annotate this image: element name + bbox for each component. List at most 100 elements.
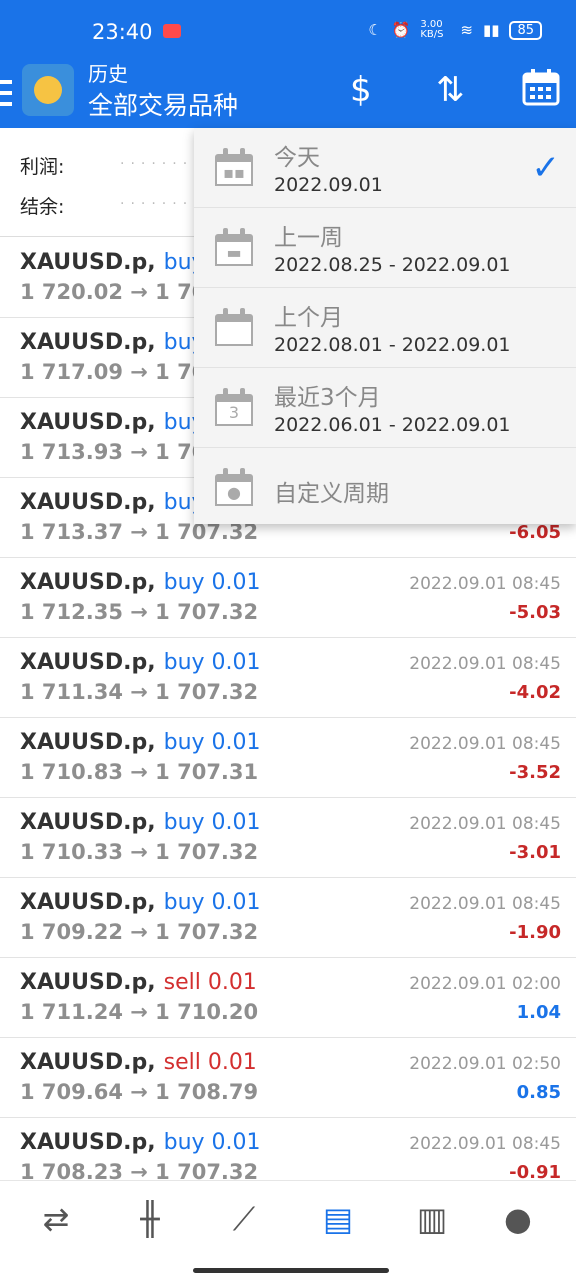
trade-side: buy 0.01 [163, 1130, 261, 1155]
trade-symbol: XAUUSD.p, [20, 570, 156, 595]
trade-symbol: XAUUSD.p, [20, 650, 156, 675]
status-time: 23:40 [92, 20, 153, 44]
option-date: 2022.09.01 [274, 174, 383, 196]
alarm-icon: ⏰ [391, 21, 411, 39]
menu-icon[interactable] [0, 80, 12, 106]
trade-prices: 1 710.33 → 1 707.32 [20, 840, 259, 864]
trade-symbol: XAUUSD.p, [20, 730, 156, 755]
status-icons: ☾ ⏰ 3.00 KB/S ≋ ▮▮ 85 [368, 20, 542, 40]
option-date: 2022.08.25 - 2022.09.01 [274, 254, 511, 276]
trade-symbol: XAUUSD.p, [20, 330, 156, 355]
header-subtitle: 历史 [88, 62, 128, 86]
network-speed: 3.00 KB/S [420, 19, 444, 40]
trade-profit: -1.90 [509, 922, 561, 943]
trade-profit: 0.85 [516, 1082, 561, 1103]
trade-title: XAUUSD.p, buy 0.01 [20, 570, 261, 595]
trade-time: 2022.09.01 08:45 [409, 814, 561, 834]
option-date: 2022.08.01 - 2022.09.01 [274, 334, 511, 356]
trade-title: XAUUSD.p, buy 0.01 [20, 730, 261, 755]
trade-side: buy 0.01 [163, 890, 261, 915]
trade-side: buy 0.01 [163, 730, 261, 755]
news-icon[interactable]: ▥ [410, 1197, 454, 1241]
balance-label: 结余: [20, 196, 65, 218]
trade-time: 2022.09.01 08:45 [409, 894, 561, 914]
trade-symbol: XAUUSD.p, [20, 1130, 156, 1155]
calendar-icon[interactable] [522, 68, 560, 106]
trade-symbol: XAUUSD.p, [20, 1050, 156, 1075]
trade-title: XAUUSD.p, buy 0.01 [20, 1130, 261, 1155]
option-label: 上一周 [274, 225, 343, 251]
currency-filter-icon[interactable]: $ [350, 70, 372, 110]
header-title[interactable]: 全部交易品种 [88, 86, 238, 122]
trade-prices: 1 711.24 → 1 710.20 [20, 1000, 259, 1024]
app-header: 历史 全部交易品种 $ ⇅ [0, 62, 576, 128]
check-icon: ✓ [531, 148, 561, 188]
history-icon[interactable]: ▤ [316, 1197, 360, 1241]
trade-row[interactable]: XAUUSD.p, buy 0.01 1 710.83 → 1 707.31 2022… [0, 718, 576, 798]
trade-profit: -3.52 [509, 762, 561, 783]
trade-profit: -3.01 [509, 842, 561, 863]
trade-title: XAUUSD.p, sell 0.01 [20, 1050, 257, 1075]
trade-title: XAUUSD.p, buy 0.01 [20, 650, 261, 675]
profit-label: 利润: [20, 156, 65, 178]
moon-icon: ☾ [368, 21, 382, 39]
option-last-3-months[interactable]: 3 最近3个月 2022.06.01 - 2022.09.01 [194, 368, 576, 448]
calendar-custom-icon: ● [215, 468, 253, 506]
option-label: 自定义周期 [274, 481, 389, 507]
quotes-icon[interactable]: ⇄ [34, 1197, 78, 1241]
signal-icon: ▮▮ [482, 21, 500, 39]
calendar-day-icon: ▪▪ [215, 148, 253, 186]
trade-row[interactable]: XAUUSD.p, sell 0.01 1 709.64 → 1 708.79 202… [0, 1038, 576, 1118]
trade-time: 2022.09.01 02:50 [409, 1054, 561, 1074]
trade-time: 2022.09.01 08:45 [409, 1134, 561, 1154]
trade-row[interactable]: XAUUSD.p, buy 0.01 1 709.22 → 1 707.32 2022… [0, 878, 576, 958]
trade-profit: 1.04 [516, 1002, 561, 1023]
trade-time: 2022.09.01 02:00 [409, 974, 561, 994]
trade-row[interactable]: XAUUSD.p, buy 0.01 1 712.35 → 1 707.32 2022… [0, 558, 576, 638]
trade-title: XAUUSD.p, sell 0.01 [20, 970, 257, 995]
trade-title: XAUUSD.p, buy 0.01 [20, 890, 261, 915]
trade-time: 2022.09.01 08:45 [409, 734, 561, 754]
sort-icon[interactable]: ⇅ [436, 70, 465, 110]
calendar-month-icon [215, 308, 253, 346]
trade-title: XAUUSD.p, buy 0.01 [20, 810, 261, 835]
trade-row[interactable]: XAUUSD.p, sell 0.01 1 711.24 → 1 710.20 202… [0, 958, 576, 1038]
option-last-week[interactable]: ▬ 上一周 2022.08.25 - 2022.09.01 [194, 208, 576, 288]
trade-icon[interactable]: ⟋ [222, 1197, 266, 1241]
bottom-nav: ⇄ ╫ ⟋ ▤ ▥ ● [0, 1180, 576, 1281]
wifi-icon: ≋ [460, 21, 473, 39]
period-dropdown: ▪▪ 今天 2022.09.01 ✓ ▬ 上一周 2022.08.25 - 20… [194, 128, 576, 524]
trade-symbol: XAUUSD.p, [20, 890, 156, 915]
trade-side: buy 0.01 [163, 810, 261, 835]
option-label: 上个月 [274, 305, 343, 331]
trade-row[interactable]: XAUUSD.p, buy 0.01 1 710.33 → 1 707.32 2022… [0, 798, 576, 878]
screen-record-icon [163, 24, 181, 38]
trade-profit: -4.02 [509, 682, 561, 703]
trade-prices: 1 712.35 → 1 707.32 [20, 600, 259, 624]
trade-symbol: XAUUSD.p, [20, 970, 156, 995]
option-label: 今天 [274, 145, 320, 171]
trade-prices: 1 710.83 → 1 707.31 [20, 760, 259, 784]
option-label: 最近3个月 [274, 385, 381, 411]
trade-side: sell 0.01 [163, 1050, 257, 1075]
option-date: 2022.06.01 - 2022.09.01 [274, 414, 511, 436]
chat-icon[interactable]: ● [496, 1197, 540, 1241]
trade-time: 2022.09.01 08:45 [409, 654, 561, 674]
option-custom-period[interactable]: ● 自定义周期 [194, 448, 576, 527]
trade-symbol: XAUUSD.p, [20, 410, 156, 435]
trade-symbol: XAUUSD.p, [20, 250, 156, 275]
option-today[interactable]: ▪▪ 今天 2022.09.01 ✓ [194, 128, 576, 208]
battery-indicator: 85 [509, 20, 542, 40]
trade-symbol: XAUUSD.p, [20, 810, 156, 835]
gesture-handle[interactable] [193, 1268, 389, 1273]
trade-profit: -5.03 [509, 602, 561, 623]
trade-side: buy 0.01 [163, 650, 261, 675]
trade-side: buy 0.01 [163, 570, 261, 595]
calendar-3-months-icon: 3 [215, 388, 253, 426]
option-last-month[interactable]: 上个月 2022.08.01 - 2022.09.01 [194, 288, 576, 368]
app-logo [22, 64, 74, 116]
chart-icon[interactable]: ╫ [128, 1197, 172, 1241]
status-bar: 23:40 ☾ ⏰ 3.00 KB/S ≋ ▮▮ 85 [0, 0, 576, 64]
trade-prices: 1 711.34 → 1 707.32 [20, 680, 259, 704]
trade-row[interactable]: XAUUSD.p, buy 0.01 1 711.34 → 1 707.32 2022… [0, 638, 576, 718]
